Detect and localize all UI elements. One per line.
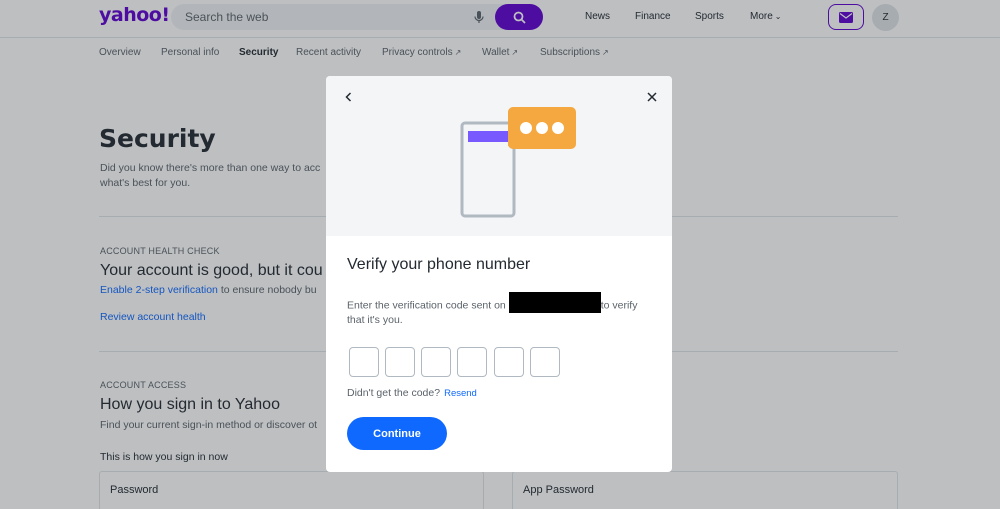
modal-title: Verify your phone number (347, 256, 531, 273)
close-icon[interactable] (645, 90, 659, 104)
back-arrow-icon[interactable] (342, 90, 356, 104)
instructions-prefix: Enter the verification code sent on (347, 299, 509, 312)
code-digit-1[interactable] (349, 347, 379, 377)
instructions-suffix: to verify (600, 299, 638, 312)
didnt-get-code-text: Didn't get the code? (347, 387, 441, 399)
instructions-line2: that it's you. (347, 314, 403, 327)
code-digit-5[interactable] (494, 347, 524, 377)
code-digit-3[interactable] (421, 347, 451, 377)
redacted-phone-number (508, 292, 601, 313)
resend-row: Didn't get the code? Resend (347, 387, 477, 399)
phone-message-illustration (460, 107, 576, 218)
code-digit-6[interactable] (530, 347, 560, 377)
code-digit-4[interactable] (457, 347, 487, 377)
code-digit-2[interactable] (385, 347, 415, 377)
resend-link[interactable]: Resend (444, 388, 477, 399)
modal-instructions: Enter the verification code sent on to v… (347, 292, 657, 328)
modal-hero (326, 76, 672, 236)
continue-button[interactable]: Continue (347, 417, 447, 450)
verify-phone-modal: Verify your phone number Enter the verif… (326, 76, 672, 472)
